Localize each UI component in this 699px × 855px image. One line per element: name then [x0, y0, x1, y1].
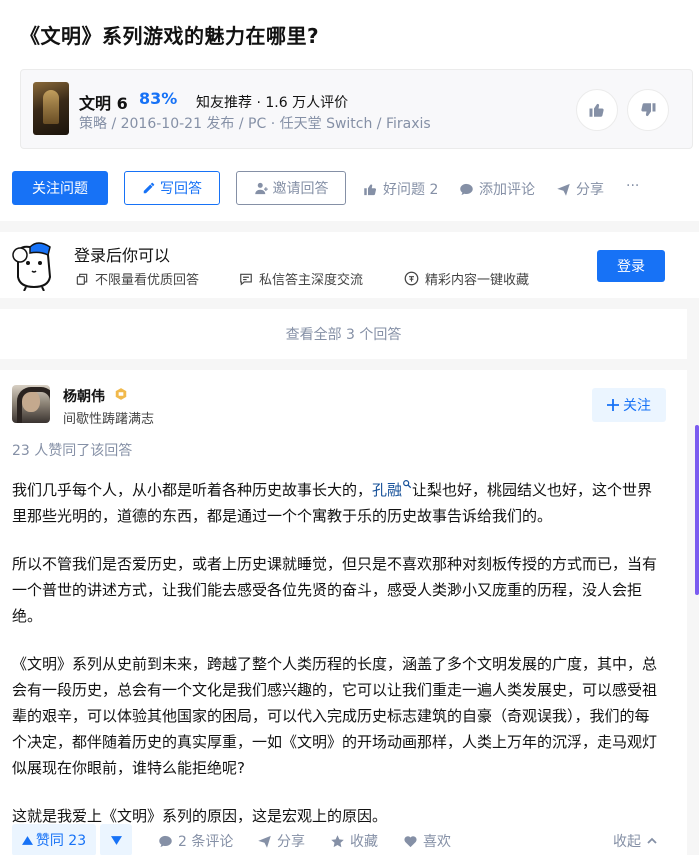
game-name[interactable]: 文明 6 [79, 90, 128, 114]
upvote-label: 赞同 23 [35, 833, 87, 849]
chevron-up-icon [647, 837, 657, 844]
share-button[interactable]: 分享 [556, 179, 604, 199]
comment-icon [159, 835, 172, 847]
share-answer-label: 分享 [277, 834, 305, 850]
plus-icon [607, 399, 619, 411]
answer-paragraph: 《文明》系列从史前到未来，跨越了整个人类历程的长度，涵盖了多个文明发展的广度，其… [12, 655, 658, 777]
thumbs-down-icon [641, 103, 656, 117]
login-feature-label: 不限量看优质回答 [95, 273, 200, 288]
answer-item: 杨朝伟 间歇性踌躇满志 关注 23 人赞同了该回答 我们几乎每个人，从小都是听着… [0, 370, 687, 855]
collapse-label: 收起 [613, 834, 641, 850]
game-meta: 策略 / 2016-10-21 发布 / PC · 任天堂 Switch / F… [79, 116, 431, 132]
more-button[interactable]: ··· [626, 178, 639, 194]
avatar[interactable] [12, 385, 50, 423]
add-comment-label: 添加评论 [479, 182, 535, 198]
collect-label: 收藏 [350, 834, 378, 850]
paragraph-text: 我们几乎每个人，从小都是听着各种历史故事长大的， [12, 481, 373, 499]
upvote-button[interactable]: 赞同 23 [12, 824, 96, 855]
share-label: 分享 [576, 182, 604, 198]
collapse-button[interactable]: 收起 [613, 831, 658, 851]
game-rating: 83% [139, 89, 178, 108]
share-answer-button[interactable]: 分享 [257, 831, 305, 851]
author-name[interactable]: 杨朝伟 [63, 386, 105, 406]
thumbs-up-button[interactable] [576, 89, 618, 131]
login-feature-label: 精彩内容一键收藏 [425, 273, 530, 288]
comments-button[interactable]: 2 条评论 [158, 831, 233, 851]
mascot-icon [12, 242, 52, 291]
thumbs-up-icon [364, 183, 377, 195]
scrollbar-thumb[interactable] [695, 425, 699, 595]
answer-action-bar: 赞同 23 2 条评论 分享 收藏 喜欢 收起 [0, 824, 687, 855]
heart-icon [404, 835, 417, 847]
add-user-icon [254, 182, 268, 194]
badge-icon [115, 388, 127, 400]
login-button[interactable]: 登录 [597, 250, 665, 282]
login-title: 登录后你可以 [74, 246, 171, 265]
answer-paragraph: 所以不管我们是否爱历史，或者上历史课就睡觉，但只是不喜欢那种对刻板传授的方式而已… [12, 555, 658, 625]
star-icon [331, 834, 344, 847]
downvote-button[interactable] [100, 824, 132, 855]
follow-author-button[interactable]: 关注 [592, 388, 666, 422]
thumbs-down-button[interactable] [627, 89, 669, 131]
keyword-link-label: 孔融 [372, 481, 403, 499]
answer-content: 我们几乎每个人，从小都是听着各种历史故事长大的，孔融 让梨也好，桃园结义也好，这个… [12, 477, 662, 851]
login-prompt: 登录后你可以 不限量看优质回答 私信答主深度交流 精彩内容一键收藏 登录 [0, 232, 699, 298]
collect-button[interactable]: 收藏 [330, 831, 378, 851]
add-comment-button[interactable]: 添加评论 [459, 179, 535, 199]
follow-author-label: 关注 [623, 398, 651, 414]
game-cover-image[interactable] [33, 82, 69, 135]
vote-count-text: 23 人赞同了该回答 [12, 443, 133, 459]
author-bio: 间歇性踌躇满志 [63, 412, 155, 427]
triangle-down-icon [110, 835, 122, 845]
triangle-up-icon [21, 835, 33, 845]
login-feature-label: 私信答主深度交流 [259, 273, 364, 288]
pencil-icon [143, 182, 155, 194]
paper-plane-icon [258, 835, 271, 848]
thumbs-up-icon [589, 103, 604, 117]
good-question-label: 好问题 2 [383, 182, 439, 198]
search-icon [403, 480, 412, 489]
game-recommend-text: 知友推荐 · 1.6 万人评价 [196, 95, 349, 111]
comments-label: 2 条评论 [178, 834, 234, 850]
invite-answer-label: 邀请回答 [272, 181, 329, 197]
paper-plane-icon [557, 183, 570, 196]
login-feature-unlimited: 不限量看优质回答 [75, 269, 199, 288]
view-all-answers-link[interactable]: 查看全部 3 个回答 [0, 309, 687, 359]
comment-icon [460, 183, 473, 195]
keyword-link[interactable]: 孔融 [372, 480, 412, 499]
collect-badge-icon [404, 271, 419, 286]
page-title: 《文明》系列游戏的魅力在哪里? [20, 24, 320, 48]
answer-paragraph: 我们几乎每个人，从小都是听着各种历史故事长大的，孔融 让梨也好，桃园结义也好，这个… [12, 477, 662, 529]
write-answer-button[interactable]: 写回答 [124, 171, 220, 205]
good-question-button[interactable]: 好问题 2 [363, 179, 438, 199]
follow-question-button[interactable]: 关注问题 [12, 171, 108, 205]
question-header: 《文明》系列游戏的魅力在哪里? 文明 6 83% 知友推荐 · 1.6 万人评价… [0, 0, 699, 221]
copy-icon [76, 273, 88, 285]
login-feature-collect: 精彩内容一键收藏 [404, 269, 529, 288]
invite-answer-button[interactable]: 邀请回答 [236, 171, 346, 205]
like-button[interactable]: 喜欢 [403, 831, 451, 851]
game-card[interactable]: 文明 6 83% 知友推荐 · 1.6 万人评价 策略 / 2016-10-21… [20, 69, 693, 149]
message-icon [240, 273, 252, 285]
like-label: 喜欢 [423, 834, 451, 850]
login-feature-message: 私信答主深度交流 [239, 269, 363, 288]
write-answer-label: 写回答 [160, 181, 202, 197]
